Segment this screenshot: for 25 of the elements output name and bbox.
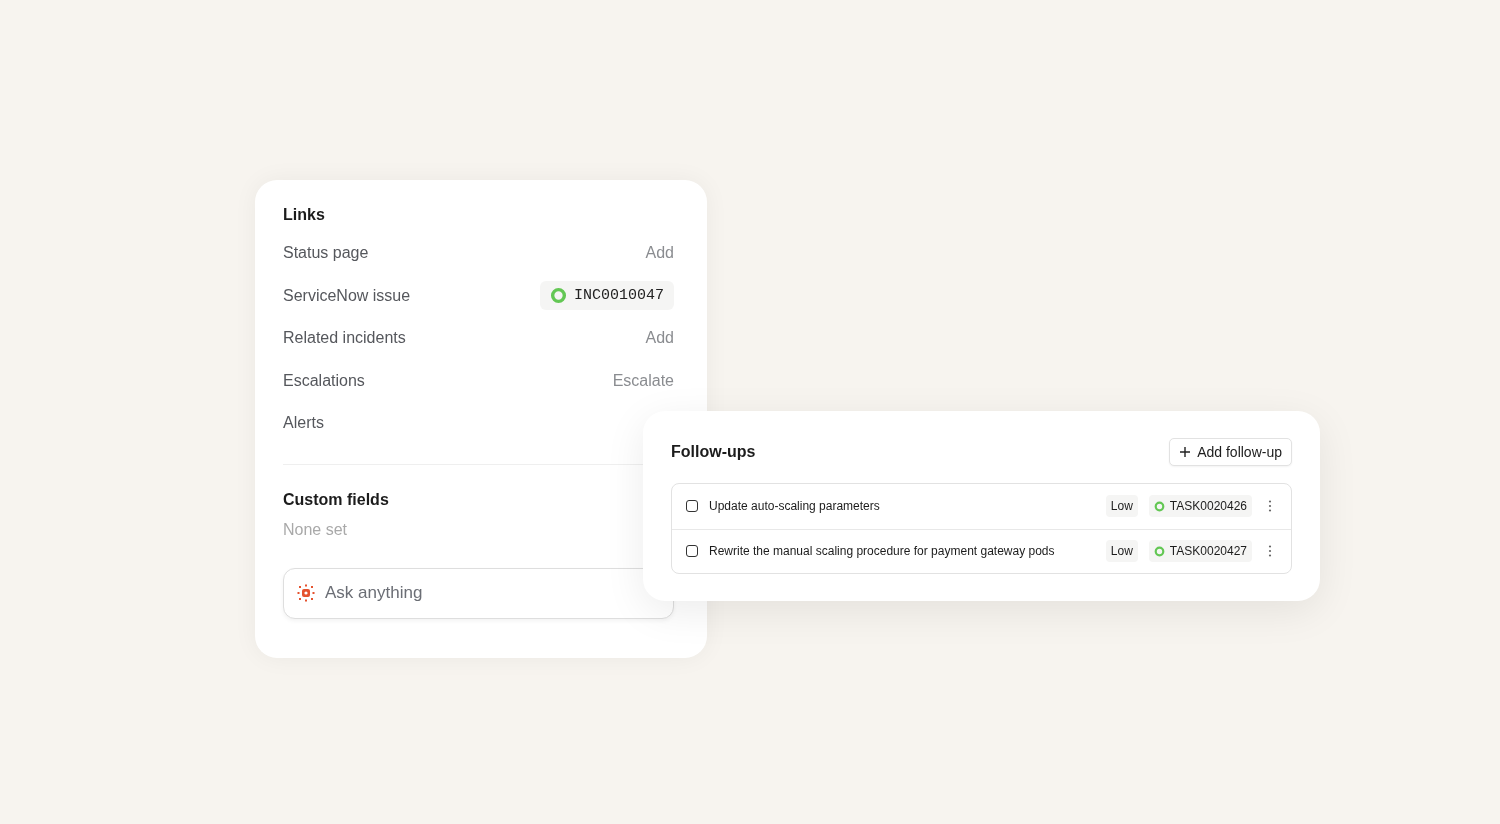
link-label: Related incidents [283,329,406,348]
status-ring-icon [550,287,567,305]
empty-text: None set [283,520,349,539]
link-label: Escalations [283,371,365,390]
priority-tag: Low [1105,495,1138,518]
follow-up-title: Rewrite the manual scaling procedure for payment gateway pods [709,544,1056,559]
link-label: Alerts [283,414,324,433]
sparkle-icon [297,583,315,602]
ticket-tag[interactable]: TASK0020427 [1148,540,1252,563]
section-title: Links [283,206,326,224]
link-label: ServiceNow issue [283,286,411,305]
checkbox[interactable] [686,545,698,558]
follow-up-title: Update auto-scaling parameters [709,499,881,514]
status-ring-icon [1153,545,1165,557]
ticket-tag[interactable]: TASK0020426 [1148,495,1252,518]
issue-chip[interactable]: INC0010047 [540,281,674,311]
section-title: Follow-ups [671,443,756,461]
status-ring-icon [1153,500,1165,512]
add-follow-up-button[interactable]: Add follow-up [1169,438,1292,466]
section-title: Custom fields [283,490,390,509]
priority-tag: Low [1105,540,1138,563]
link-label: Status page [283,244,369,263]
checkbox[interactable] [686,500,698,513]
ask-field[interactable]: Ask anything [283,567,674,619]
plus-icon [1179,446,1192,458]
